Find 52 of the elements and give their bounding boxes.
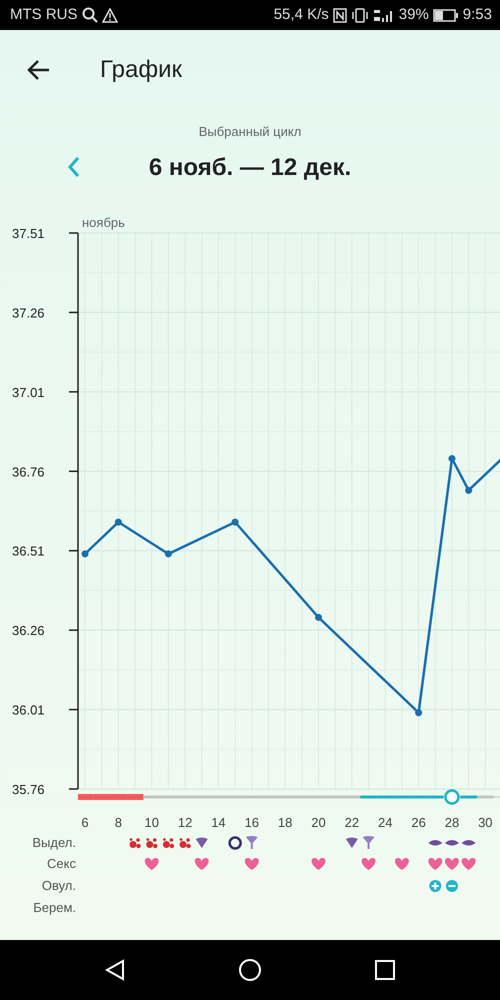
axis-label: 26	[411, 815, 426, 830]
warning-icon	[102, 8, 118, 22]
axis-label: 14	[211, 815, 226, 830]
axis-label: 10	[144, 815, 159, 830]
axis-label: 8	[114, 815, 122, 830]
axis-label: 30	[478, 815, 493, 830]
axis-label: 36.01	[12, 702, 45, 718]
row-label: Овул.	[42, 878, 76, 893]
axis-label: 36.26	[12, 623, 45, 638]
axis-label: 6	[81, 815, 89, 830]
axis-label: 20	[311, 815, 326, 830]
row-label: Секс	[47, 856, 76, 871]
data-point	[82, 550, 88, 558]
battery-percent: 39%	[398, 4, 429, 25]
back-nav-button[interactable]	[104, 959, 126, 981]
row-label: Выдел.	[32, 835, 76, 850]
nfc-icon	[332, 8, 347, 22]
axis-label: 37.26	[12, 305, 45, 320]
data-point	[315, 614, 322, 621]
data-point	[164, 550, 172, 558]
clock: 9:53	[462, 4, 492, 25]
screen-title: График	[100, 55, 182, 85]
row-label: Берем.	[33, 900, 76, 915]
axis-label: 28	[444, 815, 460, 830]
axis-label: 36.51	[12, 544, 45, 559]
axis-label: 16	[244, 815, 260, 830]
search-icon	[82, 7, 98, 23]
back-button[interactable]	[26, 59, 50, 81]
axis-label: 37.01	[12, 384, 45, 400]
vibrate-icon	[350, 8, 369, 22]
carrier-name: MTS RUS	[10, 4, 78, 25]
axis-label: 37.51	[12, 226, 45, 241]
data-point	[448, 455, 456, 462]
axis-label: 24	[378, 815, 392, 830]
data-point	[415, 709, 422, 716]
axis-label: 22	[344, 815, 360, 830]
cycle-date-range: 6 нояб. — 12 дек.	[148, 154, 352, 181]
month-label: ноябрь	[82, 215, 125, 230]
axis-label: 18	[278, 815, 292, 830]
day-marker[interactable]	[444, 789, 460, 805]
axis-label: 12	[178, 815, 192, 830]
home-nav-button[interactable]	[238, 958, 262, 982]
battery-icon	[432, 8, 459, 22]
axis-label: 36.76	[12, 464, 45, 480]
signal-icon	[372, 8, 395, 22]
network-speed: 55,4 K/s	[274, 4, 329, 25]
data-point	[232, 518, 239, 526]
cycle-caption: Выбранный цикл	[198, 124, 302, 139]
recents-nav-button[interactable]	[374, 959, 396, 981]
data-point	[465, 486, 472, 494]
data-point	[114, 518, 122, 526]
axis-label: 35.76	[12, 782, 45, 797]
